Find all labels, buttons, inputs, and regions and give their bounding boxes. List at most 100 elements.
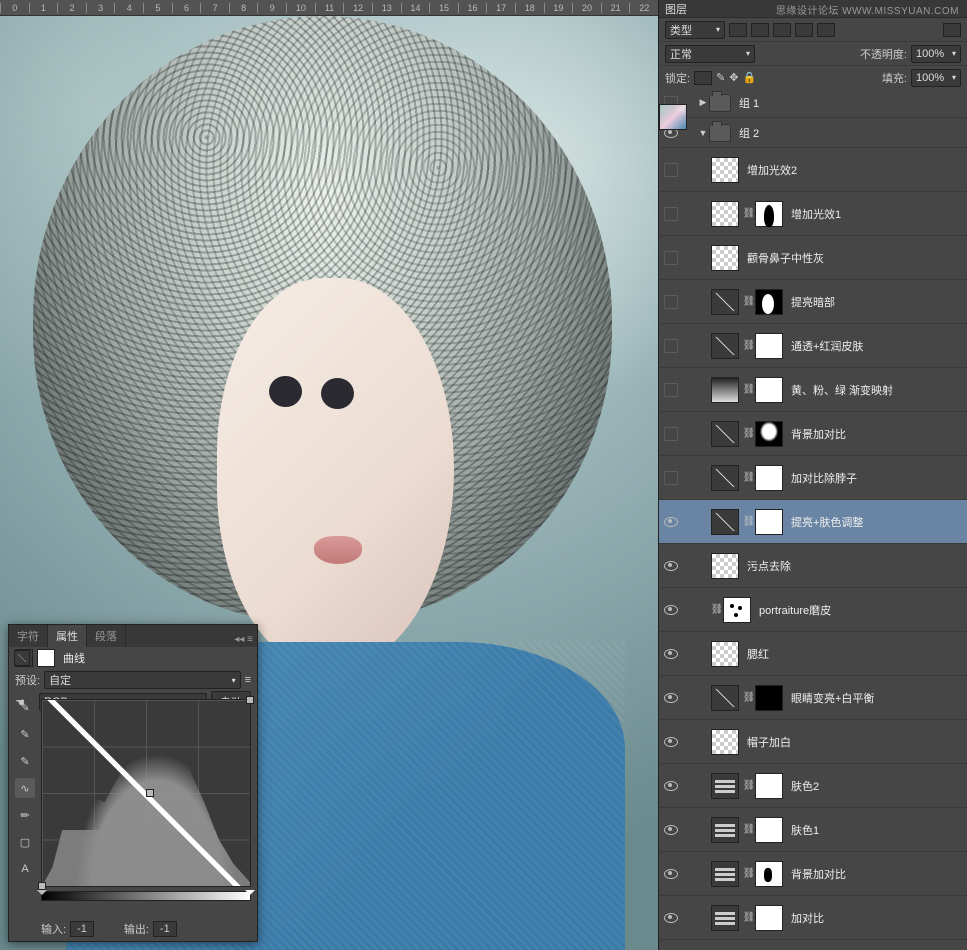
visibility-toggle[interactable] [664,869,678,879]
link-icon[interactable]: ⛓ [745,383,753,397]
opacity-input[interactable]: 100%▾ [911,45,961,63]
tab-paragraph[interactable]: 段落 [87,625,126,647]
layer-mask-thumb[interactable] [755,377,783,403]
layer-name[interactable]: 腮红 [747,646,769,662]
layer-name[interactable]: 肤色1 [791,822,819,838]
filter-smart-icon[interactable] [817,23,835,37]
curve-point-shadow[interactable] [38,882,46,890]
layer-thumb[interactable] [711,377,739,403]
eyedropper-black-icon[interactable]: ✎ [15,697,35,717]
layer-thumb[interactable] [711,245,739,271]
hand-icon[interactable]: A [15,859,35,879]
layer-thumb[interactable] [711,289,739,315]
layer-name[interactable]: 帽子加白 [747,734,791,750]
layer-mask-thumb[interactable] [755,773,783,799]
visibility-toggle[interactable] [664,295,678,309]
layer-name[interactable]: 颧骨鼻子中性灰 [747,250,824,266]
lock-all-icon[interactable]: 🔒 [743,71,757,84]
layer-row[interactable]: ⛓加对比除脖子 [659,456,967,500]
layer-row[interactable]: ⛓ 通透+红润皮肤 [659,324,967,368]
layer-thumb[interactable] [711,905,739,931]
layer-mask-thumb[interactable] [755,289,783,315]
filter-pixel-icon[interactable] [729,23,747,37]
visibility-toggle[interactable] [664,251,678,265]
layer-mask-thumb[interactable] [755,817,783,843]
layer-row[interactable]: 颧骨鼻子中性灰 [659,236,967,280]
lock-brush-icon[interactable]: ✎ [716,71,725,84]
layer-name[interactable]: 提亮+肤色调整 [791,514,863,530]
layer-row[interactable]: ⛓ 提亮+肤色调整 [659,500,967,544]
layer-row[interactable]: ⛓加对比 [659,896,967,940]
layer-group-1[interactable]: ▶ 组 1 [659,88,967,118]
layer-name[interactable]: 通透+红润皮肤 [791,338,863,354]
visibility-toggle[interactable] [664,471,678,485]
layer-name[interactable]: 污点去除 [747,558,791,574]
twirl-closed-icon[interactable]: ▶ [697,97,709,109]
layer-row[interactable]: 背景 拷贝 [659,940,967,950]
layer-mask-thumb[interactable] [755,509,783,535]
visibility-toggle[interactable] [664,693,678,703]
layer-group-2[interactable]: ▼ 组 2 [659,118,967,148]
layer-name[interactable]: portraiture磨皮 [759,602,831,618]
tab-properties[interactable]: 属性 [48,625,87,647]
link-icon[interactable]: ⛓ [745,823,753,837]
smooth-icon[interactable]: ▢ [15,832,35,852]
filter-adjust-icon[interactable] [751,23,769,37]
visibility-toggle[interactable] [664,383,678,397]
link-icon[interactable]: ⛓ [745,515,753,529]
layer-row[interactable]: ⛓增加光效1 [659,192,967,236]
layer-thumb[interactable] [711,861,739,887]
layer-mask-thumb[interactable] [723,597,751,623]
input-gradient[interactable] [41,891,251,901]
link-icon[interactable]: ⛓ [745,339,753,353]
preset-select[interactable]: 自定▾ [44,671,241,689]
visibility-toggle[interactable] [664,737,678,747]
layer-thumb[interactable] [711,509,739,535]
link-icon[interactable]: ⛓ [745,867,753,881]
layer-thumb[interactable] [711,685,739,711]
visibility-toggle[interactable] [664,913,678,923]
curve-pencil-tool-icon[interactable]: ✏ [15,805,35,825]
link-icon[interactable]: ⛓ [745,911,753,925]
visibility-toggle[interactable] [664,517,678,527]
blend-mode-select[interactable]: 正常▾ [665,45,755,63]
layer-row[interactable]: ⛓ 肤色1 [659,808,967,852]
layer-mask-thumb[interactable] [755,861,783,887]
layer-name[interactable]: 提亮暗部 [791,294,835,310]
curve-point-highlight[interactable] [246,696,254,704]
layer-thumb[interactable] [711,421,739,447]
layer-row[interactable]: 增加光效2 [659,148,967,192]
layer-mask-thumb[interactable] [755,421,783,447]
layer-thumb[interactable] [711,817,739,843]
layer-row[interactable]: 腮红 [659,632,967,676]
layer-thumb[interactable] [711,201,739,227]
filter-shape-icon[interactable] [795,23,813,37]
collapse-icon[interactable]: ◂◂ ≡ [230,632,257,647]
tab-character[interactable]: 字符 [9,625,48,647]
visibility-toggle[interactable] [664,339,678,353]
layer-name[interactable]: 背景加对比 [791,426,846,442]
layer-name[interactable]: 黄、粉、绿 渐变映射 [791,382,893,398]
link-icon[interactable]: ⛓ [745,691,753,705]
layer-row[interactable]: ⛓ 提亮暗部 [659,280,967,324]
layer-thumb[interactable] [711,333,739,359]
filter-type-icon[interactable] [773,23,791,37]
curves-graph[interactable] [41,699,251,887]
link-icon[interactable]: ⛓ [745,295,753,309]
filter-type-select[interactable]: 类型▾ [665,21,725,39]
layer-name[interactable]: 背景加对比 [791,866,846,882]
layer-thumb[interactable] [711,773,739,799]
layer-row[interactable]: ⛓背景加对比 [659,412,967,456]
layer-list[interactable]: ▶ 组 1 ▼ 组 2 增加光效2⛓增加光效1颧骨鼻子中性灰⛓提亮暗部⛓通透+红… [659,88,967,950]
layer-thumb[interactable] [711,465,739,491]
visibility-toggle[interactable] [664,649,678,659]
layer-name[interactable]: 增加光效1 [791,206,841,222]
visibility-toggle[interactable] [664,605,678,615]
filter-toggle[interactable] [943,23,961,37]
layer-row[interactable]: ⛓ 黄、粉、绿 渐变映射 [659,368,967,412]
layer-thumb[interactable] [711,641,739,667]
layer-row[interactable]: ⛓portraiture磨皮 [659,588,967,632]
layer-mask-thumb[interactable] [755,685,783,711]
layer-row[interactable]: 帽子加白 [659,720,967,764]
layer-name[interactable]: 眼睛变亮+白平衡 [791,690,874,706]
